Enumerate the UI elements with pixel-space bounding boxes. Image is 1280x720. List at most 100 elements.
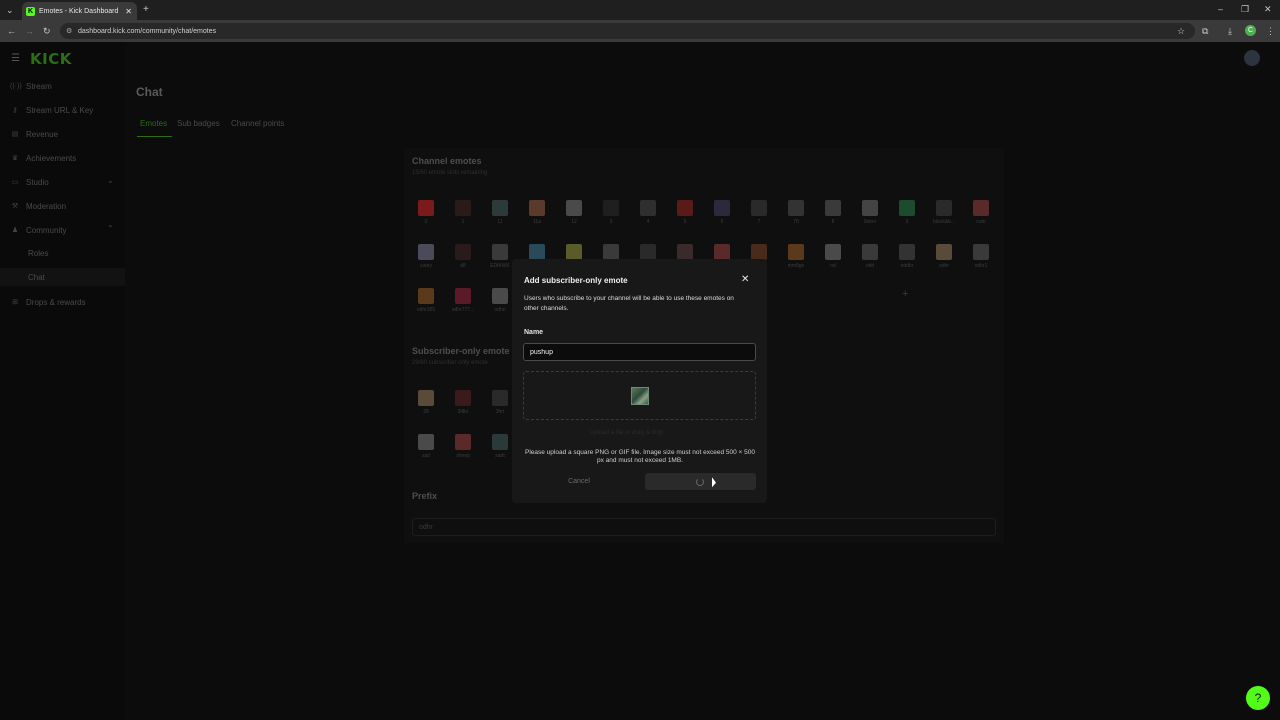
emote-thumbnail — [603, 200, 619, 216]
emote-label: 28 — [423, 409, 429, 415]
channel-emote-item[interactable]: 70 — [783, 200, 809, 225]
tab-channel-points[interactable]: Channel points — [231, 119, 284, 128]
cancel-button[interactable]: Cancel — [523, 473, 635, 490]
forward-icon[interactable]: → — [25, 26, 34, 36]
tab-close-icon[interactable]: ✕ — [125, 7, 132, 16]
sidebar-item-drops-rewards[interactable]: ⊞ Drops & rewards — [10, 295, 86, 309]
channel-emote-item[interactable]: cutey — [413, 244, 439, 269]
sidebar-active-highlight — [0, 268, 125, 286]
channel-emote-item[interactable]: odd — [857, 244, 883, 269]
channel-emote-item[interactable]: 7 — [746, 200, 772, 225]
download-icon[interactable]: ⤓ — [1228, 26, 1232, 37]
sidebar-item-revenue[interactable]: ▤ Revenue — [10, 127, 58, 141]
browser-menu-icon[interactable]: ⋮ — [1266, 26, 1275, 37]
channel-emote-item[interactable]: 11a — [524, 200, 550, 225]
minimize-icon[interactable]: – — [1218, 4, 1223, 14]
channel-emote-item[interactable]: 12 — [561, 200, 587, 225]
emote-thumbnail — [714, 244, 730, 260]
user-avatar[interactable] — [1244, 50, 1260, 66]
chevron-down-icon[interactable]: ⌄ — [107, 176, 114, 185]
channel-emote-item[interactable]: 9ston — [857, 200, 883, 225]
emote-thumbnail — [973, 244, 989, 260]
sidebar-item-moderation[interactable]: ⚒ Moderation — [10, 199, 66, 213]
add-emote-icon[interactable]: + — [902, 288, 908, 300]
emote-label: 9ston — [863, 219, 877, 225]
emote-label: 7 — [757, 219, 761, 225]
channel-emote-item[interactable]: odhr — [931, 244, 957, 269]
channel-emote-item[interactable]: 3 — [598, 200, 624, 225]
subscriber-emote-item[interactable]: sad — [413, 434, 439, 459]
community-icon: ♟ — [11, 227, 19, 234]
channel-emote-item[interactable]: 6 — [709, 200, 735, 225]
subscriber-emote-item[interactable]: 28 — [413, 390, 439, 415]
channel-emote-item[interactable]: odhr777... — [450, 288, 476, 313]
profile-avatar[interactable]: C — [1245, 25, 1256, 36]
tab-list-icon[interactable]: ⌄ — [6, 5, 14, 16]
sidebar-item-chat[interactable]: Chat — [28, 273, 45, 282]
channel-emote-item[interactable]: 0 — [413, 200, 439, 225]
channel-emote-item[interactable]: cute — [968, 200, 994, 225]
bookmark-star-icon[interactable]: ☆ — [1177, 26, 1185, 37]
close-icon[interactable]: ✕ — [741, 274, 749, 285]
sidebar-item-stream[interactable]: ((·)) Stream — [10, 79, 52, 93]
channel-emote-item[interactable]: 5 — [672, 200, 698, 225]
sidebar-item-label: Stream — [26, 81, 52, 91]
site-info-icon[interactable]: ⚙ — [66, 27, 72, 35]
channel-emote-item[interactable]: EDiKWK — [487, 244, 513, 269]
emote-thumbnail — [714, 200, 730, 216]
channel-emote-item[interactable]: oddhr — [894, 244, 920, 269]
back-icon[interactable]: ← — [7, 26, 16, 36]
emote-label: cute — [976, 219, 986, 225]
mouse-cursor-icon — [712, 477, 716, 489]
channel-emote-item[interactable]: odhri — [487, 288, 513, 313]
sidebar-item-label: Stream URL & Key — [26, 105, 94, 115]
sidebar-item-community[interactable]: ♟ Community — [10, 223, 67, 237]
new-tab-icon[interactable]: + — [143, 4, 149, 15]
channel-emote-item[interactable]: 1 — [450, 200, 476, 225]
sidebar-item-stream-url-key[interactable]: ⚷ Stream URL & Key — [10, 103, 93, 117]
channel-emote-item[interactable]: d8 — [450, 244, 476, 269]
emote-label: 9 — [905, 219, 909, 225]
url-field[interactable]: ⚙ dashboard.kick.com/community/chat/emot… — [60, 23, 1195, 39]
chevron-up-icon[interactable]: ⌃ — [107, 224, 114, 233]
sidebar-item-roles[interactable]: Roles — [28, 249, 48, 258]
channel-emote-item[interactable]: 4 — [635, 200, 661, 225]
emote-label: 12 — [571, 219, 577, 225]
channel-emote-item[interactable]: 8 — [820, 200, 846, 225]
sidebar-item-achievements[interactable]: ♛ Achievements — [10, 151, 76, 165]
emote-thumbnail — [788, 244, 804, 260]
maximize-icon[interactable]: ❐ — [1241, 4, 1249, 15]
emote-name-input[interactable] — [523, 343, 756, 361]
channel-emote-item[interactable]: odhr1 — [968, 244, 994, 269]
subscriber-emote-item[interactable]: 3hrt — [487, 390, 513, 415]
tab-emotes[interactable]: Emotes — [140, 119, 167, 128]
emote-thumbnail — [492, 244, 508, 260]
tab-sub-badges[interactable]: Sub badges — [177, 119, 220, 128]
kick-logo[interactable]: KICK — [30, 50, 72, 68]
sidebar-item-studio[interactable]: ▭ Studio — [10, 175, 49, 189]
browser-tab[interactable]: K Emotes - Kick Dashboard ✕ — [22, 2, 137, 20]
channel-emote-item[interactable]: black&b... — [931, 200, 957, 225]
channel-emote-item[interactable]: odhr355 — [413, 288, 439, 313]
emote-label: cutey — [420, 263, 432, 269]
emote-label: 70 — [793, 219, 799, 225]
reload-icon[interactable]: ↻ — [43, 26, 51, 37]
channel-emote-item[interactable]: mm9ge — [783, 244, 809, 269]
hamburger-menu-icon[interactable]: ☰ — [11, 53, 20, 64]
extensions-icon[interactable]: ⧉ — [1202, 26, 1208, 37]
subscriber-emote-item[interactable]: sheep — [450, 434, 476, 459]
subscriber-emote-item[interactable]: 3i8kr — [450, 390, 476, 415]
window-close-icon[interactable]: ✕ — [1264, 4, 1272, 15]
channel-emote-item[interactable]: 11 — [487, 200, 513, 225]
emote-thumbnail — [455, 390, 471, 406]
emote-label: mm9ge — [787, 263, 805, 269]
channel-emote-item[interactable]: nd — [820, 244, 846, 269]
subscriber-emote-item[interactable]: sadt — [487, 434, 513, 459]
help-chat-icon[interactable]: ? — [1246, 686, 1270, 710]
loading-spinner-icon — [696, 478, 704, 486]
emote-thumbnail — [418, 288, 434, 304]
channel-emote-item[interactable]: 9 — [894, 200, 920, 225]
emote-label: 8 — [831, 219, 835, 225]
prefix-input[interactable]: odhr — [412, 518, 996, 536]
revenue-icon: ▤ — [11, 131, 19, 138]
